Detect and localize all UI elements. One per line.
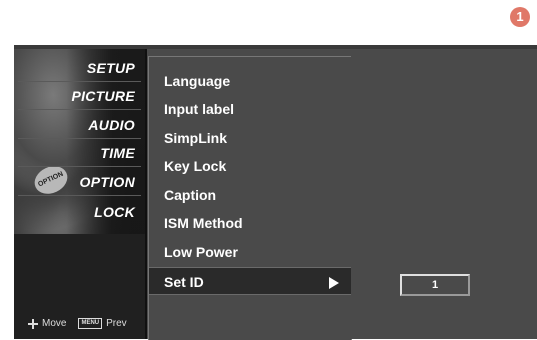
category-audio[interactable]: AUDIO <box>25 113 135 137</box>
menu-item-language[interactable]: Language <box>164 67 344 95</box>
menu-item-low-power[interactable]: Low Power <box>164 238 344 266</box>
category-divider <box>18 138 141 139</box>
category-option[interactable]: OPTION <box>25 170 135 194</box>
step-number-badge: 1 <box>510 7 530 27</box>
category-setup[interactable]: SETUP <box>25 56 135 80</box>
category-divider <box>18 109 141 110</box>
category-divider <box>18 195 141 196</box>
menu-item-ism-method[interactable]: ISM Method <box>164 209 344 237</box>
category-panel: OPTION SETUP PICTURE AUDIO TIME OPTION L… <box>14 49 147 339</box>
osd-menu: OPTION SETUP PICTURE AUDIO TIME OPTION L… <box>14 49 537 340</box>
category-lock[interactable]: LOCK <box>25 200 135 224</box>
menu-key-icon: MENU <box>78 318 103 329</box>
move-label: Move <box>42 318 67 329</box>
set-id-value-box[interactable]: 1 <box>400 274 470 296</box>
category-picture[interactable]: PICTURE <box>25 84 135 108</box>
category-divider <box>18 81 141 82</box>
option-menu-list: Language Input label SimpLink Key Lock C… <box>148 56 352 340</box>
nav-hint: Move MENU Prev <box>28 318 127 329</box>
menu-item-simplink[interactable]: SimpLink <box>164 124 344 152</box>
category-time[interactable]: TIME <box>25 141 135 165</box>
detail-panel: 1 <box>351 56 537 339</box>
prev-label: Prev <box>106 318 127 329</box>
menu-item-set-id[interactable]: Set ID <box>149 267 351 295</box>
arrow-right-icon <box>329 277 339 289</box>
menu-item-key-lock[interactable]: Key Lock <box>164 152 344 180</box>
menu-item-caption[interactable]: Caption <box>164 181 344 209</box>
menu-item-input-label[interactable]: Input label <box>164 95 344 123</box>
category-divider <box>18 166 141 167</box>
move-arrows-icon <box>28 318 38 329</box>
menu-item-set-id-label: Set ID <box>164 274 204 290</box>
